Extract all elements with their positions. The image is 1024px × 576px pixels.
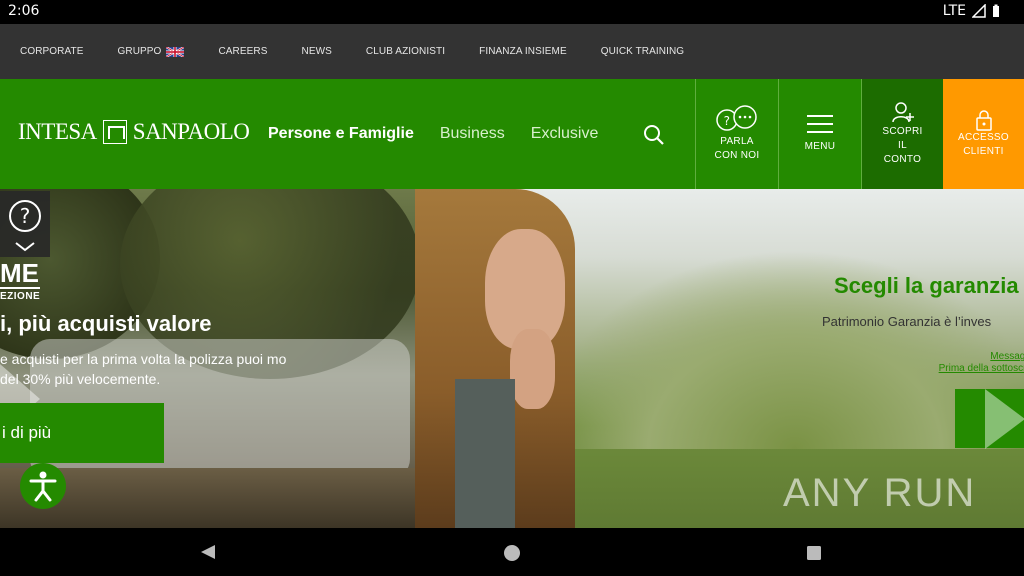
hamburger-icon: [807, 115, 833, 133]
status-right: LTE: [943, 3, 1000, 19]
carousel-next-arrow[interactable]: [985, 389, 1024, 449]
anyrun-watermark: ANY RUN: [783, 471, 976, 516]
menu-button[interactable]: MENU: [778, 79, 861, 189]
accessibility-button[interactable]: [20, 463, 66, 509]
site-header: INTESA SANPAOLO Persone e Famiglie Busin…: [0, 79, 1024, 189]
status-time: 2:06: [8, 3, 40, 19]
parla-con-noi-button[interactable]: ? PARLA CON NOI: [695, 79, 778, 189]
nav-finanza-insieme[interactable]: FINANZA INSIEME: [479, 46, 567, 57]
woman-shirt: [455, 379, 515, 528]
recents-icon[interactable]: [806, 545, 822, 561]
intesa-sanpaolo-logo[interactable]: INTESA SANPAOLO: [18, 119, 250, 145]
chat-bubbles-icon: ?: [716, 105, 757, 131]
hero-left-text: e acquisti per la prima volta la polizza…: [0, 351, 287, 387]
accesso-label-1: ACCESSO: [957, 132, 1009, 143]
help-icon: ?: [9, 200, 41, 252]
hero-left-cta-button[interactable]: i di più: [0, 403, 164, 463]
home-icon[interactable]: [503, 544, 521, 562]
logo-mark-icon: [102, 120, 127, 144]
legal-links: Messaggio p Prima della sottoscrizion: [907, 351, 1024, 375]
accesso-label-2: CLIENTI: [963, 146, 1004, 157]
nav-business[interactable]: Business: [440, 125, 505, 143]
main-nav: Persone e Famiglie Business Exclusive: [268, 125, 598, 143]
accesso-clienti-button[interactable]: ACCESSO CLIENTI: [943, 79, 1024, 189]
battery-icon: [993, 4, 999, 17]
parla-label-2: CON NOI: [714, 150, 760, 161]
scopri-label-1: SCOPRI: [882, 126, 923, 137]
logo-text-right: SANPAOLO: [132, 119, 250, 144]
watermark-text: ANY RUN: [783, 471, 977, 515]
menu-label: MENU: [804, 141, 836, 152]
hero-right-text: Patrimonio Garanzia è l’inves: [822, 314, 992, 329]
svg-text:?: ?: [724, 114, 731, 128]
nav-careers[interactable]: CAREERS: [218, 46, 267, 57]
legal-link-prima[interactable]: Prima della sottoscrizion: [907, 363, 1024, 375]
nav-news[interactable]: NEWS: [302, 46, 332, 57]
top-nav: CORPORATE GRUPPO CAREERS NEWS CLUB AZION…: [0, 24, 1024, 79]
android-nav-bar: [0, 528, 1024, 576]
hero-carousel: ME EZIONE i, più acquisti valore e acqui…: [0, 189, 1024, 528]
hero-left-title: i, più acquisti valore: [0, 311, 212, 336]
back-icon[interactable]: [199, 544, 217, 560]
promo-badge: ME EZIONE: [0, 258, 41, 302]
add-user-icon: [891, 102, 914, 123]
network-label: LTE: [942, 3, 966, 19]
nav-quick-training[interactable]: QUICK TRAINING: [601, 46, 684, 57]
parla-label-1: PARLA: [720, 136, 754, 147]
hero-right-title: Scegli la garanzia: [834, 273, 1019, 298]
uk-flag-icon: [166, 46, 185, 57]
nav-corporate[interactable]: CORPORATE: [20, 46, 84, 57]
woman-hand: [510, 329, 555, 409]
svg-text:?: ?: [20, 204, 31, 228]
logo-text-left: INTESA: [18, 119, 97, 144]
scopri-label-2: IL: [898, 140, 907, 151]
accessibility-icon: [29, 471, 57, 502]
nav-persone-famiglie[interactable]: Persone e Famiglie: [268, 125, 414, 143]
promo-badge-small: EZIONE: [0, 287, 41, 302]
nav-gruppo[interactable]: GRUPPO: [118, 46, 185, 57]
legal-link-messaggio[interactable]: Messaggio p: [907, 351, 1024, 363]
nav-gruppo-label: GRUPPO: [117, 46, 162, 57]
help-widget[interactable]: ?: [0, 191, 50, 257]
signal-icon: [972, 4, 986, 18]
scopri-il-conto-button[interactable]: SCOPRI IL CONTO: [861, 79, 943, 189]
nav-club-azionisti[interactable]: CLUB AZIONISTI: [366, 46, 445, 57]
promo-badge-big: ME: [0, 258, 39, 288]
nav-exclusive[interactable]: Exclusive: [531, 125, 599, 143]
status-bar: 2:06 LTE: [0, 0, 1024, 24]
scopri-label-3: CONTO: [883, 154, 922, 165]
search-icon[interactable]: [642, 123, 666, 147]
lock-icon: [975, 110, 992, 131]
